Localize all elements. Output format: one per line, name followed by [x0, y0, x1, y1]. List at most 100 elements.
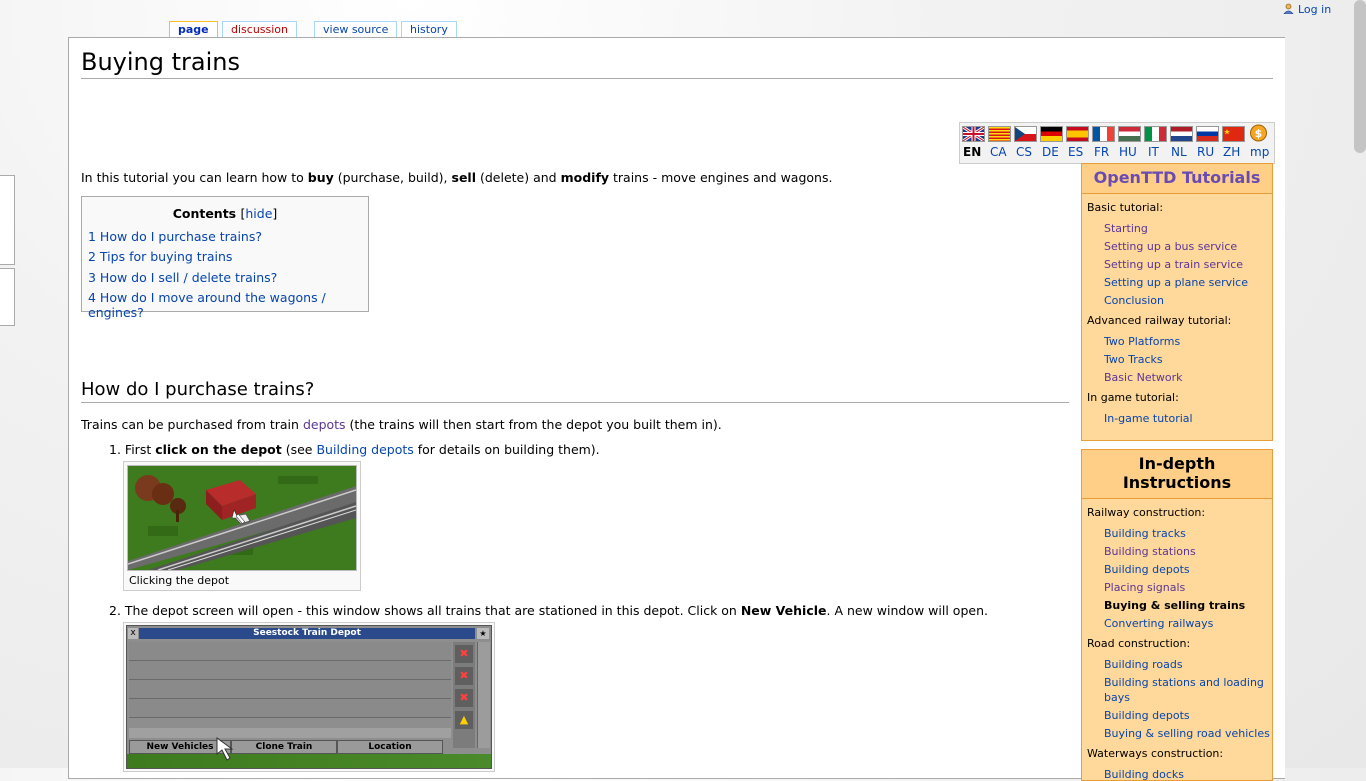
flag-nl-icon[interactable]: [1170, 126, 1193, 142]
flag-es-icon[interactable]: [1066, 126, 1089, 142]
step-text: First: [124, 442, 156, 457]
infobox-tutorials: OpenTTD Tutorials Basic tutorial: Starti…: [1081, 163, 1273, 441]
lang-it[interactable]: IT: [1148, 145, 1159, 159]
flag-it-icon[interactable]: [1144, 126, 1167, 142]
step-number: 1.: [109, 442, 121, 457]
depot-side-buttons: ✖ ✖ ✖ ▲: [453, 642, 475, 748]
infobox-title: In-depth Instructions: [1082, 450, 1272, 499]
infobox-link[interactable]: Conclusion: [1082, 294, 1272, 307]
thumbnail-depot-window[interactable]: x Seestock Train Depot ★ ✖ ✖ ✖ ▲ New Veh…: [123, 622, 495, 772]
toc-bracket: ]: [272, 206, 278, 221]
infobox-instructions: In-depth Instructions Railway constructi…: [1081, 449, 1273, 781]
infobox-link[interactable]: Starting: [1082, 222, 1272, 235]
section-heading: How do I purchase trains?: [81, 379, 1069, 403]
depot-row: [129, 642, 451, 661]
tab-view-source[interactable]: view source: [314, 21, 398, 38]
lang-es[interactable]: ES: [1068, 145, 1083, 159]
infobox-link[interactable]: Basic Network: [1082, 371, 1272, 384]
infobox-link[interactable]: Buying & selling road vehicles: [1082, 727, 1272, 740]
sell-all-icon: ✖: [455, 667, 473, 685]
toc-heading: Contents: [172, 206, 237, 221]
infobox-section-label: In game tutorial:: [1087, 391, 1179, 404]
flag-en-icon[interactable]: [962, 125, 985, 143]
language-bar: $ EN CA CS DE ES FR HU IT NL RU ZH mp: [959, 122, 1275, 164]
infobox-link[interactable]: Two Tracks: [1082, 353, 1272, 366]
tab-discussion[interactable]: discussion: [222, 21, 298, 38]
lang-ru[interactable]: RU: [1197, 145, 1214, 159]
lang-cs[interactable]: CS: [1016, 145, 1032, 159]
depots-link[interactable]: depots: [303, 417, 346, 432]
infobox-link[interactable]: Converting railways: [1082, 617, 1272, 630]
depot-row: [129, 680, 451, 699]
intro-sell: sell: [451, 170, 477, 185]
infobox-link[interactable]: Setting up a plane service: [1082, 276, 1272, 289]
step-1: 1. First click on the depot (see Buildin…: [109, 442, 600, 457]
flag-ca-icon[interactable]: [988, 126, 1011, 142]
step-2: 2. The depot screen will open - this win…: [109, 603, 988, 618]
lang-hu[interactable]: HU: [1119, 145, 1137, 159]
infobox-link[interactable]: Building tracks: [1082, 527, 1272, 540]
infobox-link[interactable]: Building docks: [1082, 768, 1272, 781]
infobox-link[interactable]: Building depots: [1082, 709, 1272, 722]
infobox-link[interactable]: Building stations and loading: [1082, 676, 1272, 689]
depot-window-title: Seestock Train Depot: [139, 628, 475, 639]
infobox-link[interactable]: In-game tutorial: [1082, 412, 1272, 425]
lang-zh[interactable]: ZH: [1223, 145, 1240, 159]
intro-text: trains - move engines and wagons.: [609, 170, 833, 185]
svg-text:$: $: [1255, 127, 1263, 140]
depot-window-ground: [127, 754, 491, 768]
toc-hide-link[interactable]: hide: [245, 206, 272, 221]
toc-item[interactable]: 3 How do I sell / delete trains?: [88, 270, 277, 285]
sell-vehicle-icon: ✖: [455, 689, 473, 707]
intro-text: (purchase, build),: [333, 170, 452, 185]
step-text: The depot screen will open - this window…: [124, 603, 741, 618]
flag-fr-icon[interactable]: [1092, 126, 1115, 142]
infobox-link[interactable]: Building stations: [1082, 545, 1272, 558]
flag-cs-icon[interactable]: [1014, 126, 1037, 142]
infobox-section-label: Advanced railway tutorial:: [1087, 314, 1232, 327]
lang-mp[interactable]: mp: [1250, 145, 1269, 159]
sell-train-icon: ✖: [455, 645, 473, 663]
infobox-link[interactable]: Two Platforms: [1082, 335, 1272, 348]
lang-fr[interactable]: FR: [1094, 145, 1109, 159]
flag-de-icon[interactable]: [1040, 126, 1063, 142]
login-link[interactable]: Log in: [1283, 3, 1331, 16]
infobox-current-page: Buying & selling trains: [1104, 599, 1246, 612]
infobox-link[interactable]: Building depots: [1082, 563, 1272, 576]
toc-item[interactable]: 1 How do I purchase trains?: [88, 229, 262, 244]
depot-hscrollbar: [129, 728, 451, 738]
para-text: Trains can be purchased from train: [81, 417, 303, 432]
depot-row: [129, 699, 451, 718]
close-icon: x: [128, 628, 138, 639]
lang-ca[interactable]: CA: [990, 145, 1007, 159]
infobox-link[interactable]: Setting up a bus service: [1082, 240, 1272, 253]
flag-hu-icon[interactable]: [1118, 126, 1141, 142]
infobox-section-label: Basic tutorial:: [1087, 201, 1164, 214]
flag-zh-icon[interactable]: [1222, 126, 1245, 142]
infobox-link[interactable]: Building roads: [1082, 658, 1272, 671]
step-bold: click on the depot: [155, 442, 282, 457]
infobox-link[interactable]: Placing signals: [1082, 581, 1272, 594]
lang-nl[interactable]: NL: [1171, 145, 1187, 159]
infobox-title: OpenTTD Tutorials: [1082, 164, 1272, 194]
left-panel-box: [0, 175, 15, 265]
lang-de[interactable]: DE: [1042, 145, 1059, 159]
depot-screenshot: [127, 465, 357, 571]
login-label[interactable]: Log in: [1298, 3, 1331, 16]
thumbnail-depot-click[interactable]: Clicking the depot: [123, 461, 361, 591]
toc-item[interactable]: 2 Tips for buying trains: [88, 249, 232, 264]
cursor-icon: [216, 737, 234, 761]
flag-ru-icon[interactable]: [1196, 126, 1219, 142]
tab-history[interactable]: history: [401, 21, 457, 38]
step-text: (see: [281, 442, 317, 457]
building-depots-link[interactable]: Building depots: [316, 442, 413, 457]
intro-modify: modify: [560, 170, 610, 185]
infobox-link[interactable]: bays: [1082, 691, 1272, 704]
intro-text: In this tutorial you can learn how to: [81, 170, 308, 185]
coin-icon[interactable]: $: [1248, 124, 1269, 142]
toc-item[interactable]: 4 How do I move around the wagons / engi…: [88, 290, 368, 320]
location-button: Location: [337, 740, 443, 754]
page-scrollbar[interactable]: [1354, 0, 1366, 153]
infobox-link[interactable]: Setting up a train service: [1082, 258, 1272, 271]
infobox-section-label: Road construction:: [1087, 637, 1191, 650]
